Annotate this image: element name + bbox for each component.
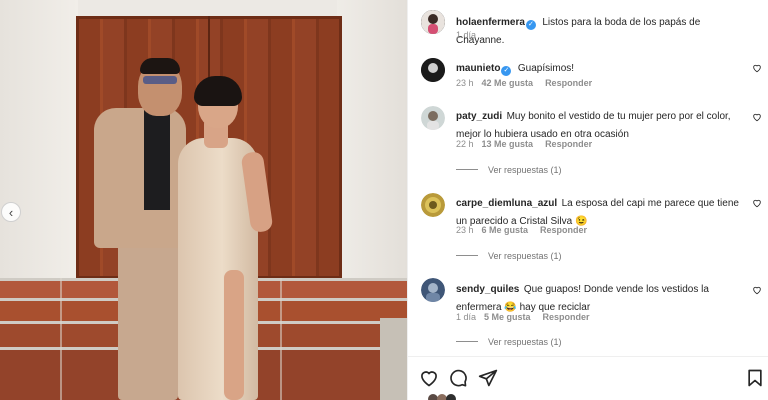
post-caption: holaenfermera ✓ Listos para la boda de lo… <box>456 12 744 48</box>
comment-meta: 22 h 13 Me gusta Responder <box>456 139 592 149</box>
avatar[interactable] <box>421 58 445 82</box>
reply-button[interactable]: Responder <box>543 312 590 322</box>
view-replies-button[interactable]: Ver respuestas (1) <box>456 165 562 175</box>
comment-username[interactable]: sendy_quiles <box>456 284 519 295</box>
comment: maunieto ✓ Guapísimos! <box>456 58 744 76</box>
comment-time: 23 h <box>456 78 474 88</box>
reply-button[interactable]: Responder <box>540 225 587 235</box>
comment: paty_zudi Muy bonito el vestido de tu mu… <box>456 106 744 142</box>
bookmark-icon[interactable] <box>745 368 765 388</box>
post-photo: ‹ <box>0 0 407 400</box>
comment-meta: 23 h 6 Me gusta Responder <box>456 225 587 235</box>
author-username[interactable]: holaenfermera <box>456 17 525 28</box>
like-count[interactable]: 13 Me gusta <box>482 139 534 149</box>
comment-text: Guapísimos! <box>517 63 575 74</box>
stone-post <box>380 318 407 400</box>
man-figure <box>144 110 170 210</box>
like-count[interactable]: 5 Me gusta <box>484 312 531 322</box>
tile-grout <box>280 278 282 400</box>
comment-icon[interactable] <box>448 368 468 388</box>
share-icon[interactable] <box>478 368 498 388</box>
reply-button[interactable]: Responder <box>545 139 592 149</box>
avatar[interactable] <box>421 278 445 302</box>
tile-grout <box>60 278 62 400</box>
man-figure <box>140 58 180 74</box>
comment-username[interactable]: paty_zudi <box>456 111 502 122</box>
comment-username[interactable]: carpe_diemluna_azul <box>456 198 557 209</box>
heart-icon[interactable] <box>752 285 762 295</box>
reply-button[interactable]: Responder <box>545 78 592 88</box>
photo-wall <box>337 0 407 290</box>
man-figure <box>143 76 177 84</box>
comment-time: 1 día <box>456 312 477 322</box>
verified-icon: ✓ <box>525 20 536 30</box>
comment-username[interactable]: maunieto <box>456 63 500 74</box>
comment: sendy_quiles Que guapos! Donde vende los… <box>456 279 744 315</box>
avatar[interactable] <box>421 193 445 217</box>
view-replies-button[interactable]: Ver respuestas (1) <box>456 337 562 347</box>
heart-icon[interactable] <box>752 198 762 208</box>
chevron-left-icon[interactable]: ‹ <box>1 202 21 222</box>
avatar[interactable] <box>421 106 445 130</box>
comments-panel: holaenfermera ✓ Listos para la boda de lo… <box>407 0 768 400</box>
comment-meta: 1 día 5 Me gusta Responder <box>456 312 590 322</box>
woman-figure <box>224 270 244 400</box>
photo-wall <box>0 0 78 290</box>
heart-icon[interactable] <box>419 368 439 388</box>
comment-time: 22 h <box>456 139 474 149</box>
comment: carpe_diemluna_azul La esposa del capi m… <box>456 193 744 229</box>
man-figure <box>94 108 186 248</box>
heart-icon[interactable] <box>752 63 762 73</box>
heart-icon[interactable] <box>752 112 762 122</box>
man-figure <box>118 240 178 400</box>
woman-figure <box>194 76 242 106</box>
view-replies-button[interactable]: Ver respuestas (1) <box>456 251 562 261</box>
like-count[interactable]: 42 Me gusta <box>482 78 534 88</box>
liked-by-avatars[interactable] <box>428 394 468 400</box>
comment-time: 23 h <box>456 225 474 235</box>
comment-meta: 23 h 42 Me gusta Responder <box>456 78 592 88</box>
avatar[interactable] <box>421 10 445 34</box>
caption-time: 1 día <box>456 30 477 40</box>
verified-icon: ✓ <box>501 66 512 76</box>
like-count[interactable]: 6 Me gusta <box>482 225 529 235</box>
